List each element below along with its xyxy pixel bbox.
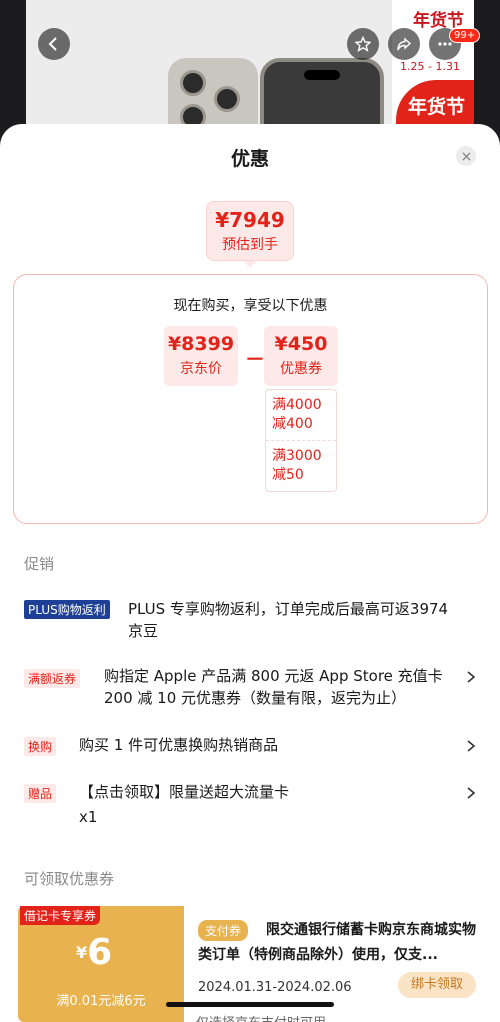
jd-price-value: ¥8399 bbox=[167, 333, 235, 355]
promotions-heading: 促销 bbox=[24, 555, 55, 573]
close-icon bbox=[461, 151, 471, 161]
voucher-date: 2024.01.31-2024.02.06 bbox=[198, 980, 352, 995]
calc-title: 现在购买，享受以下优惠 bbox=[173, 298, 328, 314]
promotion-row-coupon-return[interactable]: 满额返券 购指定 Apple 产品满 800 元返 App Store 充值卡 … bbox=[24, 665, 484, 711]
home-indicator[interactable] bbox=[166, 1002, 334, 1007]
voucher-amount: ¥6 bbox=[76, 932, 113, 973]
voucher-note: 仅选择京东支付时可用 bbox=[196, 1012, 326, 1022]
promotion-tag: 换购 bbox=[24, 737, 57, 756]
jd-price-pill: ¥8399 京东价 bbox=[164, 326, 238, 386]
coupon-pill: ¥450 优惠券 bbox=[264, 326, 338, 386]
voucher-condition: 满0.01元减6元 bbox=[56, 994, 146, 1009]
discount-sheet: 优惠 ¥7949 预估到手 现在购买，享受以下优惠 ¥8399 京东价 － ¥4… bbox=[0, 124, 500, 1022]
promotion-text: 购买 1 件可优惠换购热销商品 bbox=[79, 736, 279, 754]
price-calculation: 现在购买，享受以下优惠 ¥8399 京东价 － ¥450 优惠券 满4000 减… bbox=[13, 274, 488, 524]
gift-quantity: x1 bbox=[79, 808, 98, 826]
share-icon bbox=[397, 37, 412, 51]
chevron-right-icon bbox=[466, 738, 476, 752]
coupons-heading: 可领取优惠券 bbox=[24, 870, 115, 888]
close-button[interactable] bbox=[456, 146, 476, 166]
coupon-value: ¥450 bbox=[274, 333, 328, 355]
share-button[interactable] bbox=[388, 28, 420, 60]
minus-sign: － bbox=[245, 347, 265, 371]
bind-card-button[interactable]: 绑卡领取 bbox=[398, 972, 476, 998]
voucher-type-tag: 支付券 bbox=[198, 920, 249, 941]
voucher-ribbon: 借记卡专享券 bbox=[20, 906, 101, 925]
promotion-text: PLUS 专享购物返利，订单完成后最高可返3974 京豆 bbox=[128, 600, 449, 640]
promotion-tag: 赠品 bbox=[24, 784, 57, 803]
coupon-item: 满3000 减50 bbox=[266, 440, 336, 491]
estimated-price-box: ¥7949 预估到手 bbox=[206, 201, 294, 261]
voucher-amount-panel: 借记卡专享券 ¥6 满0.01元减6元 bbox=[18, 906, 184, 1022]
star-icon bbox=[355, 36, 371, 52]
sheet-title: 优惠 bbox=[230, 148, 269, 170]
promotion-tag: 满额返券 bbox=[24, 669, 81, 688]
estimated-price-label: 预估到手 bbox=[222, 237, 278, 253]
cart-count-badge: 99+ bbox=[449, 28, 481, 43]
promo-date: 1.25 - 1.31 bbox=[400, 60, 460, 73]
chevron-left-icon bbox=[48, 37, 57, 51]
back-button[interactable] bbox=[38, 28, 70, 60]
coupon-breakdown: 满4000 减400 满3000 减50 bbox=[265, 389, 337, 492]
promotion-tag: PLUS购物返利 bbox=[24, 600, 110, 619]
camera-lens bbox=[214, 86, 240, 112]
favorite-button[interactable] bbox=[347, 28, 379, 60]
coupon-label: 优惠券 bbox=[280, 361, 322, 377]
chevron-right-icon bbox=[466, 669, 476, 683]
promotion-row-plus[interactable]: PLUS购物返利 PLUS 专享购物返利，订单完成后最高可返3974 京豆 bbox=[24, 598, 484, 644]
camera-lens bbox=[180, 70, 206, 96]
promotion-row-exchange[interactable]: 换购 购买 1 件可优惠换购热销商品 bbox=[24, 734, 484, 758]
estimate-pointer bbox=[243, 261, 257, 268]
chevron-right-icon bbox=[466, 785, 476, 799]
promotion-row-gift[interactable]: 赠品 【点击领取】限量送超大流量卡 x1 bbox=[24, 781, 484, 829]
jd-price-label: 京东价 bbox=[180, 361, 222, 377]
coupon-item: 满4000 减400 bbox=[272, 397, 322, 432]
estimated-price: ¥7949 bbox=[215, 208, 285, 232]
promotion-text: 购指定 Apple 产品满 800 元返 App Store 充值卡 200 减… bbox=[104, 667, 443, 707]
promotion-text: 【点击领取】限量送超大流量卡 bbox=[79, 783, 290, 801]
